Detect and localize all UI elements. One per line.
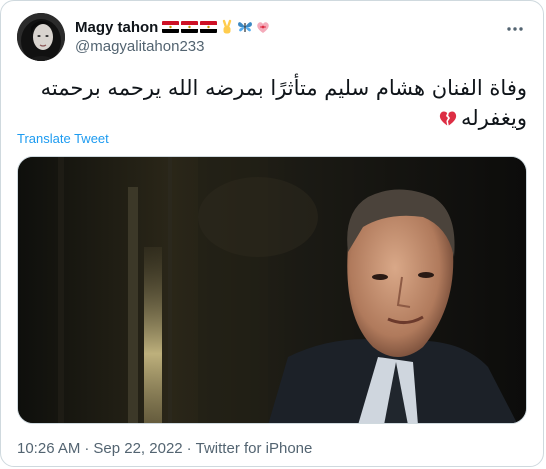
tweet-date[interactable]: Sep 22, 2022	[93, 440, 182, 457]
tweet-metadata: 10:26 AM · Sep 22, 2022 · Twitter for iPhone	[17, 440, 312, 457]
heart-with-ribbon-icon	[255, 19, 271, 35]
tweet-header: Magy tahon @magyalitahon233	[17, 13, 527, 61]
more-options-button[interactable]	[503, 19, 527, 39]
display-name[interactable]: Magy tahon	[75, 19, 158, 36]
more-dots-icon	[507, 27, 523, 31]
tweet-media-photo[interactable]	[17, 156, 527, 424]
tweet-text-line-1: وفاة الفنان هشام سليم متأثرًا بمرضه الله…	[40, 76, 527, 100]
egypt-flag-icon	[200, 21, 218, 33]
avatar[interactable]	[17, 13, 65, 61]
tweet-text-line-2: ويغفرله	[17, 103, 527, 133]
display-name-row: Magy tahon	[75, 17, 271, 37]
meta-separator: ·	[84, 440, 90, 457]
egypt-flag-icon	[162, 21, 180, 33]
tweet-card[interactable]: Magy tahon @magyalitahon233 وفاة الفنان …	[0, 0, 544, 467]
translate-tweet-link[interactable]: Translate Tweet	[17, 131, 109, 146]
photo-portrait-image	[18, 157, 526, 423]
tweet-source[interactable]: Twitter for iPhone	[196, 440, 313, 457]
tweet-time[interactable]: 10:26 AM	[17, 440, 80, 457]
name-emoji-badges	[162, 19, 271, 35]
broken-heart-icon	[438, 108, 458, 128]
blue-butterfly-icon	[237, 19, 253, 35]
meta-separator: ·	[186, 440, 192, 457]
egypt-flag-icon	[181, 21, 199, 33]
tweet-text: وفاة الفنان هشام سليم متأثرًا بمرضه الله…	[17, 73, 527, 133]
tweet-text-line-2-words: ويغفرله	[461, 106, 527, 130]
user-names: Magy tahon @magyalitahon233	[75, 17, 271, 55]
user-handle[interactable]: @magyalitahon233	[75, 38, 271, 55]
victory-hand-icon	[219, 19, 235, 35]
